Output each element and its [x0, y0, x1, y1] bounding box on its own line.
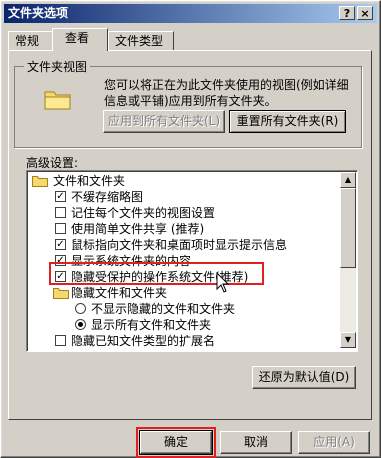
checkbox[interactable]: [55, 223, 66, 234]
folder-icon: [32, 176, 48, 187]
tree-item-label: 使用简单文件共享 (推荐): [71, 222, 205, 236]
tab-view[interactable]: 查看: [52, 28, 108, 51]
tree-item-label: 不缓存缩略图: [71, 190, 144, 204]
tree-item-label: 鼠标指向文件夹和桌面项时显示提示信息: [71, 238, 288, 252]
tree-item-label: 文件和文件夹: [53, 174, 126, 188]
checkbox[interactable]: ✓: [55, 239, 66, 250]
checkbox[interactable]: [55, 335, 66, 346]
close-button[interactable]: ×: [357, 6, 373, 20]
tab-general[interactable]: 常规: [8, 31, 53, 50]
restore-defaults-button[interactable]: 还原为默认值(D): [252, 366, 356, 389]
tree-item-label: 隐藏已知文件类型的扩展名: [71, 334, 216, 348]
folder-views-legend: 文件夹视图: [24, 58, 91, 75]
folder-views-description: 您可以将正在为此文件夹使用的视图(例如详细信息或平铺)应用到所有文件夹。: [104, 78, 349, 108]
tree-item-label: 显示所有文件和文件夹: [91, 318, 212, 332]
scroll-thumb[interactable]: [340, 188, 356, 268]
scroll-down-icon[interactable]: ▼: [340, 332, 356, 348]
advanced-settings-tree[interactable]: 文件和文件夹 ✓ 不缓存缩略图 记住每个文件夹的视图设置 使用简单文件共享 (推…: [26, 170, 358, 352]
highlight-box: [49, 262, 264, 285]
checkbox[interactable]: [55, 207, 66, 218]
checkbox[interactable]: ✓: [55, 191, 66, 202]
help-button[interactable]: ?: [339, 6, 355, 20]
folder-icon: [53, 288, 69, 299]
reset-all-folders-button[interactable]: 重置所有文件夹(R): [229, 110, 346, 133]
tree-item-label: 隐藏文件和文件夹: [71, 286, 168, 300]
advanced-settings-label: 高级设置:: [26, 156, 79, 170]
tree-item-label: 记住每个文件夹的视图设置: [71, 206, 216, 220]
tree-item-label: 不显示隐藏的文件和文件夹: [91, 302, 236, 316]
vertical-scrollbar[interactable]: ▲ ▼: [340, 172, 356, 348]
radio-button[interactable]: [75, 303, 86, 314]
tab-file-types[interactable]: 文件类型: [108, 31, 174, 50]
radio-button[interactable]: [75, 319, 86, 330]
window-title: 文件夹选项: [8, 6, 69, 20]
mouse-cursor-icon: [216, 272, 230, 293]
title-bar[interactable]: 文件夹选项 ? ×: [4, 4, 377, 23]
cancel-button[interactable]: 取消: [220, 431, 292, 454]
scroll-up-icon[interactable]: ▲: [340, 172, 356, 188]
apply-button[interactable]: 应用(A): [298, 431, 370, 454]
apply-to-all-folders-button[interactable]: 应用到所有文件夹(L): [103, 110, 225, 133]
folder-icon: [44, 91, 71, 110]
highlight-box: [136, 427, 216, 458]
